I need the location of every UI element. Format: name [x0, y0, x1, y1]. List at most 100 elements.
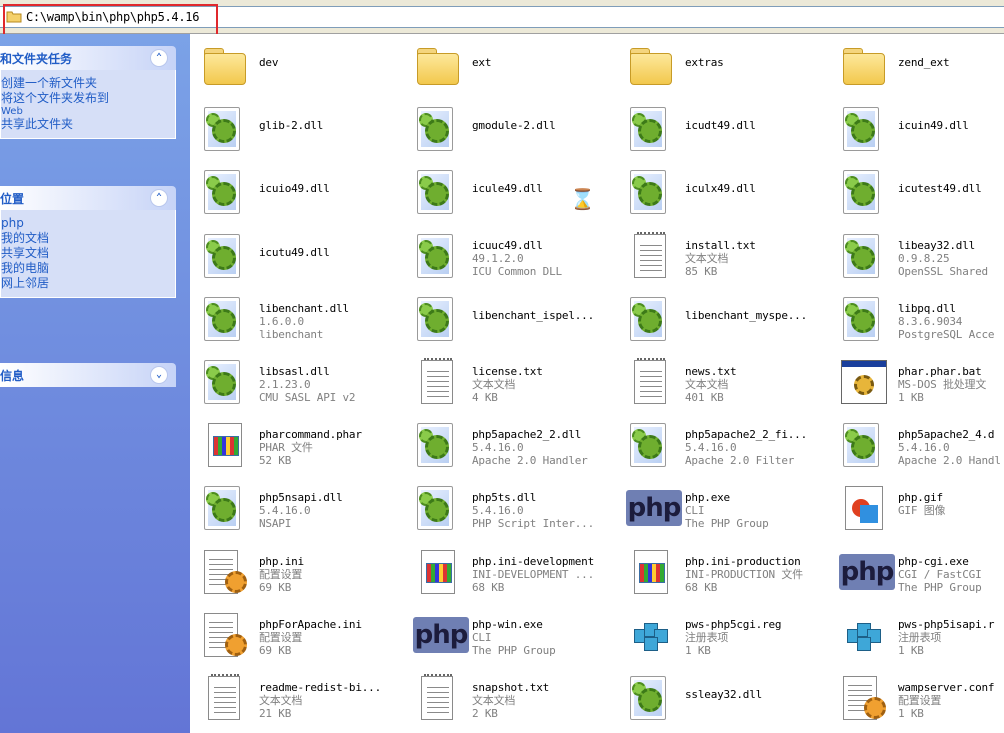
- task-new-folder[interactable]: 创建一个新文件夹: [1, 76, 175, 91]
- file-name: icuin49.dll: [898, 119, 969, 132]
- file-item[interactable]: php.ini-production INI-PRODUCTION 文件 68 KB: [616, 540, 829, 603]
- task-publish-web-cont[interactable]: Web: [1, 106, 175, 117]
- file-detail: libenchant: [259, 328, 324, 341]
- file-item[interactable]: php5apache2_2.dll 5.4.16.0 Apache 2.0 Hand…: [403, 413, 616, 476]
- file-item[interactable]: pharcommand.phar PHAR 文件 52 KB: [190, 413, 403, 476]
- file-item[interactable]: glib-2.dll: [190, 97, 403, 160]
- collapse-chevron-icon[interactable]: ⌃: [150, 49, 168, 67]
- file-item[interactable]: pws-php5cgi.reg 注册表项 1 KB: [616, 603, 829, 666]
- file-item[interactable]: phar.phar.bat MS-DOS 批处理文 1 KB: [829, 350, 1004, 413]
- file-item[interactable]: zend_ext: [829, 34, 1004, 97]
- file-item[interactable]: php.ini-development INI-DEVELOPMENT ... 68…: [403, 540, 616, 603]
- file-item[interactable]: snapshot.txt 文本文档 2 KB: [403, 666, 616, 729]
- file-item[interactable]: php.ini 配置设置 69 KB: [190, 540, 403, 603]
- gif-icon: [839, 484, 887, 532]
- file-item[interactable]: icuuc49.dll 49.1.2.0 ICU Common DLL: [403, 224, 616, 287]
- file-detail: CMU SASL API v2: [259, 391, 356, 404]
- file-name: icutu49.dll: [259, 246, 330, 259]
- file-item[interactable]: php5nsapi.dll 5.4.16.0 NSAPI: [190, 476, 403, 539]
- file-item[interactable]: libenchant_myspe...: [616, 287, 829, 350]
- file-item[interactable]: dev: [190, 34, 403, 97]
- file-name: icuio49.dll: [259, 182, 330, 195]
- file-item[interactable]: extras: [616, 34, 829, 97]
- file-item[interactable]: libeay32.dll 0.9.8.25 OpenSSL Shared: [829, 224, 1004, 287]
- file-name: news.txt: [685, 365, 737, 378]
- panel-body: php 我的文档 共享文档 我的电脑 网上邻居: [0, 210, 176, 298]
- file-label: phpForApache.ini 配置设置 69 KB: [259, 618, 405, 657]
- file-item[interactable]: icuin49.dll: [829, 97, 1004, 160]
- file-item[interactable]: libpq.dll 8.3.6.9034 PostgreSQL Acce: [829, 287, 1004, 350]
- panel-header[interactable]: 和文件夹任务 ⌃: [0, 46, 176, 70]
- file-item[interactable]: libenchant.dll 1.6.0.0 libenchant: [190, 287, 403, 350]
- place-network[interactable]: 网上邻居: [1, 276, 175, 291]
- file-item[interactable]: php5apache2_4.d 5.4.16.0 Apache 2.0 Handl: [829, 413, 1004, 476]
- dll-icon: [839, 105, 887, 153]
- dll-icon: [413, 484, 461, 532]
- file-name: pharcommand.phar: [259, 428, 362, 441]
- file-item[interactable]: wampserver.conf 配置设置 1 KB: [829, 666, 1004, 729]
- file-detail: 69 KB: [259, 581, 292, 594]
- text-doc-icon: [413, 358, 461, 406]
- file-item[interactable]: icudt49.dll: [616, 97, 829, 160]
- file-label: php5apache2_4.d 5.4.16.0 Apache 2.0 Handl: [898, 428, 1004, 467]
- file-item[interactable]: icutu49.dll: [190, 224, 403, 287]
- panel-header[interactable]: 位置 ⌃: [0, 186, 176, 210]
- file-item[interactable]: libenchant_ispel...: [403, 287, 616, 350]
- file-item[interactable]: gmodule-2.dll: [403, 97, 616, 160]
- file-detail: 2.1.23.0: [259, 378, 311, 391]
- collapse-chevron-icon[interactable]: ⌃: [150, 189, 168, 207]
- file-name: ext: [472, 56, 492, 69]
- php-icon: php: [413, 611, 469, 659]
- file-item[interactable]: ext: [403, 34, 616, 97]
- file-item[interactable]: iculx49.dll: [616, 160, 829, 223]
- file-name: icuuc49.dll: [472, 239, 543, 252]
- file-detail: 注册表项: [685, 631, 729, 644]
- file-item[interactable]: icuio49.dll: [190, 160, 403, 223]
- file-item[interactable]: icutest49.dll: [829, 160, 1004, 223]
- file-item[interactable]: php.gif GIF 图像: [829, 476, 1004, 539]
- file-item[interactable]: php php.exe CLI The PHP Group: [616, 476, 829, 539]
- ini-icon: [200, 548, 248, 596]
- file-name: gmodule-2.dll: [472, 119, 556, 132]
- file-label: libeay32.dll 0.9.8.25 OpenSSL Shared: [898, 239, 1004, 278]
- file-item[interactable]: license.txt 文本文档 4 KB: [403, 350, 616, 413]
- file-detail: INI-PRODUCTION 文件: [685, 568, 803, 581]
- expand-chevron-icon[interactable]: ⌄: [150, 366, 168, 384]
- file-detail: Apache 2.0 Handl: [898, 454, 1001, 467]
- folder-icon: [839, 42, 887, 90]
- file-item[interactable]: php5ts.dll 5.4.16.0 PHP Script Inter...: [403, 476, 616, 539]
- file-name: libenchant_ispel...: [472, 309, 595, 322]
- file-item[interactable]: readme-redist-bi... 文本文档 21 KB: [190, 666, 403, 729]
- file-item[interactable]: ssleay32.dll: [616, 666, 829, 729]
- file-detail: GIF 图像: [898, 504, 946, 517]
- file-detail: PHAR 文件: [259, 441, 313, 454]
- file-item[interactable]: install.txt 文本文档 85 KB: [616, 224, 829, 287]
- file-name: libenchant.dll: [259, 302, 349, 315]
- file-item[interactable]: pws-php5isapi.r 注册表项 1 KB: [829, 603, 1004, 666]
- file-name: libeay32.dll: [898, 239, 976, 252]
- file-detail: OpenSSL Shared: [898, 265, 988, 278]
- text-doc-icon: [413, 674, 461, 722]
- file-name: icutest49.dll: [898, 182, 982, 195]
- file-detail: 69 KB: [259, 644, 292, 657]
- file-detail: 文本文档: [685, 378, 729, 391]
- place-my-documents[interactable]: 我的文档: [1, 231, 175, 246]
- panel-header[interactable]: 信息 ⌄: [0, 363, 176, 387]
- place-shared-documents[interactable]: 共享文档: [1, 246, 175, 261]
- file-name: ssleay32.dll: [685, 688, 763, 701]
- file-item[interactable]: phpForApache.ini 配置设置 69 KB: [190, 603, 403, 666]
- place-my-computer[interactable]: 我的电脑: [1, 261, 175, 276]
- file-item[interactable]: libsasl.dll 2.1.23.0 CMU SASL API v2: [190, 350, 403, 413]
- file-detail: The PHP Group: [685, 517, 769, 530]
- file-label: snapshot.txt 文本文档 2 KB: [472, 681, 618, 720]
- place-php[interactable]: php: [1, 216, 175, 231]
- file-item[interactable]: news.txt 文本文档 401 KB: [616, 350, 829, 413]
- window-doc-icon: [200, 421, 248, 469]
- file-item[interactable]: php php-win.exe CLI The PHP Group: [403, 603, 616, 666]
- file-label: php5ts.dll 5.4.16.0 PHP Script Inter...: [472, 491, 618, 530]
- task-share-folder[interactable]: 共享此文件夹: [1, 117, 175, 132]
- file-item[interactable]: php php-cgi.exe CGI / FastCGI The PHP Group: [829, 540, 1004, 603]
- file-item[interactable]: php5apache2_2_fi... 5.4.16.0 Apache 2.0 Fi…: [616, 413, 829, 476]
- file-label: php-win.exe CLI The PHP Group: [472, 618, 618, 657]
- task-publish-web[interactable]: 将这个文件夹发布到: [1, 91, 175, 106]
